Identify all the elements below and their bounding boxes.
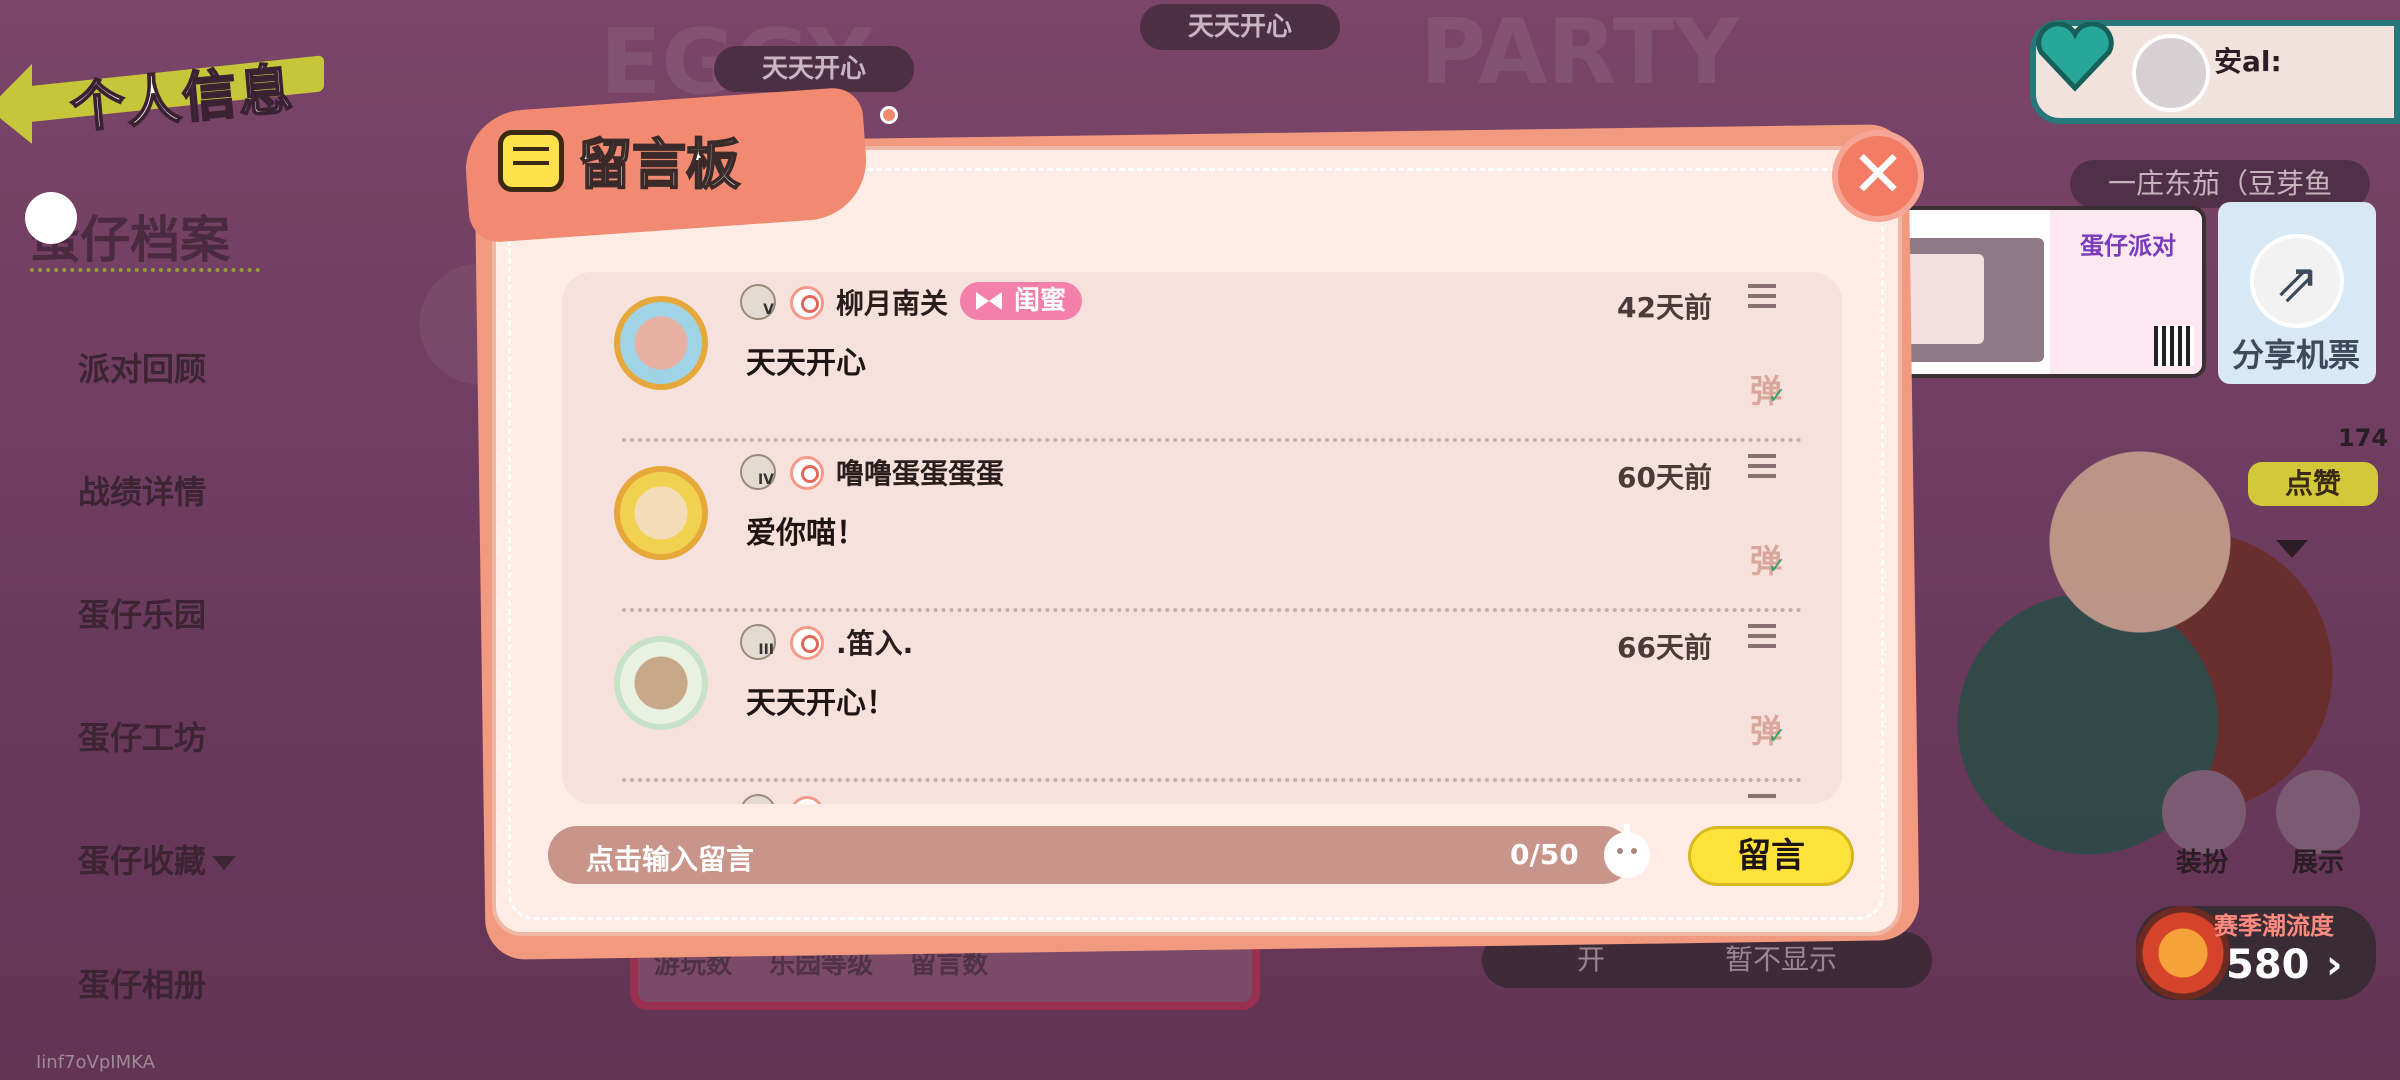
touch-indicator (25, 192, 77, 244)
lure-icon (790, 796, 824, 804)
sidebar-item-party-review[interactable]: 派对回顾 (78, 344, 206, 390)
visibility-prefix: 开 (1576, 943, 1605, 976)
sidebar-item-eggy-park[interactable]: 蛋仔乐园 (78, 590, 206, 636)
heart-icon (2036, 22, 2114, 92)
message-username[interactable]: 柳月南关 (836, 282, 948, 322)
message-time: 60天前 (1617, 461, 1712, 494)
qr-code-icon (2154, 326, 2194, 366)
ribbon-dot (880, 106, 898, 124)
char-counter: 0/50 (1510, 838, 1579, 871)
message-time: 66天前 (1617, 631, 1712, 664)
lure-icon (790, 626, 824, 660)
message-input-placeholder: 点击输入留言 (586, 843, 755, 876)
share-icon: ⇗ (2250, 234, 2344, 328)
bean-name-badge: 一庄东茄（豆芽鱼 (2070, 160, 2370, 208)
level-badge (740, 794, 776, 804)
chevron-down-icon (212, 856, 237, 870)
stats-label: 留言数 (910, 950, 989, 980)
bow-icon (976, 292, 1002, 310)
share-label: 分享机票 (2232, 336, 2361, 374)
emoji-icon[interactable] (1604, 824, 1650, 878)
sidebar-item-eggy-collection[interactable]: 蛋仔收藏 (78, 836, 237, 882)
message-username[interactable]: .笛入. (836, 622, 913, 662)
share-preview-title: 蛋仔派对 (2080, 232, 2176, 260)
relationship-tag: 闺蜜 (960, 282, 1083, 320)
message-list[interactable]: V 柳月南关 闺蜜 天天开心 42天前 弹 ✓ IV 噜噜蛋蛋蛋蛋 爱你喵！ 6… (562, 272, 1842, 804)
avatar[interactable] (614, 636, 708, 730)
dress-up-label: 装扮 (2176, 848, 2229, 878)
lure-icon (790, 456, 824, 490)
level-badge: V (740, 284, 776, 320)
sidebar-item-record-details[interactable]: 战绩详情 (78, 467, 206, 513)
check-icon: ✓ (1767, 384, 1786, 409)
back-button[interactable]: 个人信息 (0, 20, 330, 141)
sidebar-item-label: 蛋仔收藏 (78, 842, 207, 880)
like-button[interactable]: 点赞 (2248, 462, 2378, 506)
notebook-icon (498, 130, 564, 192)
message-time: 42天前 (1617, 291, 1712, 324)
active-underline (30, 268, 260, 272)
dialog-title: 留言板 (577, 132, 741, 197)
menu-icon[interactable] (1748, 454, 1776, 478)
season-label: 赛季潮流度 (2214, 912, 2334, 940)
sidebar-item-eggy-workshop[interactable]: 蛋仔工坊 (78, 713, 206, 759)
send-message-button[interactable]: 留言 (1688, 826, 1854, 886)
background-decor: PARTY (1420, 0, 1740, 105)
avatar[interactable] (614, 296, 708, 390)
menu-icon[interactable] (1748, 284, 1776, 308)
close-icon[interactable]: ✕ (1832, 130, 1924, 222)
menu-icon[interactable] (1748, 624, 1776, 648)
sidebar-item-eggy-album[interactable]: 蛋仔相册 (78, 960, 206, 1006)
message-row: III .笛入. 天天开心！ 66天前 弹 ✓ (562, 612, 1842, 782)
level-badge: IV (740, 454, 776, 490)
avatar[interactable] (2132, 34, 2210, 112)
message-username[interactable]: 噜噜蛋蛋蛋蛋 (836, 452, 1004, 492)
like-count: 174 (2338, 424, 2389, 452)
chevron-down-icon[interactable] (2276, 540, 2308, 558)
page-title: 个人信息 (67, 56, 298, 140)
level-badge: III (740, 624, 776, 660)
chevron-right-icon: › (2326, 942, 2343, 988)
avatar[interactable] (614, 466, 708, 560)
lure-icon (790, 286, 824, 320)
message-row (562, 782, 1842, 804)
message-row: V 柳月南关 闺蜜 天天开心 42天前 弹 ✓ (562, 272, 1842, 442)
relationship-tag-label: 闺蜜 (1014, 286, 1067, 316)
top-tab-1[interactable]: 天天开心 (1140, 4, 1340, 50)
check-icon: ✓ (1767, 724, 1786, 749)
profile-name: 安al: (2214, 45, 2282, 78)
check-icon: ✓ (1767, 554, 1786, 579)
top-tab-2[interactable]: 天天开心 (714, 46, 914, 92)
message-row: IV 噜噜蛋蛋蛋蛋 爱你喵！ 60天前 弹 ✓ (562, 442, 1842, 612)
message-text: 爱你喵！ (746, 516, 866, 551)
message-text: 天天开心！ (746, 686, 896, 721)
message-text: 天天开心 (746, 346, 866, 381)
visibility-text: 暂不显示 (1725, 943, 1838, 976)
season-value: 580 (2226, 942, 2310, 988)
show-label: 展示 (2292, 848, 2345, 878)
menu-icon[interactable] (1748, 794, 1776, 804)
user-id: Iinf7oVpIMKA (36, 1052, 155, 1073)
